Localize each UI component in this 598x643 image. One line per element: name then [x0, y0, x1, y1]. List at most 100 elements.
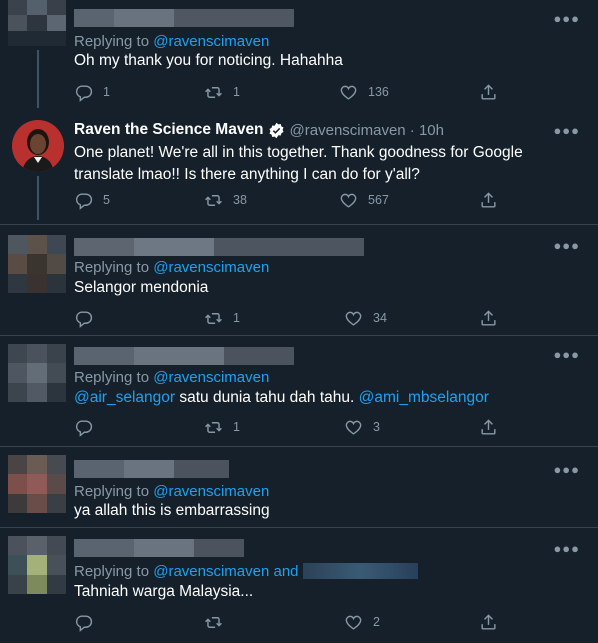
replying-handle-link[interactable]: @ravenscimaven and	[153, 563, 298, 580]
tweet-text: @air_selangor satu dunia tahu dah tahu. …	[74, 387, 574, 409]
reply-button[interactable]: 1	[74, 82, 110, 102]
author-redacted[interactable]	[74, 346, 294, 366]
avatar[interactable]	[8, 0, 66, 46]
avatar-photo	[12, 120, 64, 172]
retweet-count: 38	[233, 193, 247, 207]
reply-icon	[75, 310, 93, 328]
replying-label: Replying to	[74, 369, 150, 386]
share-icon	[481, 613, 496, 630]
retweet-icon	[205, 86, 222, 98]
avatar[interactable]	[8, 235, 66, 293]
share-button[interactable]	[479, 417, 508, 437]
tweet-text: Oh my thank you for noticing. Hahahha	[74, 52, 343, 69]
reply-button[interactable]	[74, 308, 103, 328]
tweet-6[interactable]: ●●● Replying to @ravenscimaven and Tahni…	[0, 528, 598, 643]
author-redacted[interactable]	[74, 538, 244, 558]
reply-icon	[75, 84, 93, 102]
replying-label: Replying to	[74, 33, 150, 50]
avatar[interactable]	[12, 120, 64, 172]
like-icon	[340, 85, 357, 100]
replying-handle-link[interactable]: @ravenscimaven	[153, 33, 269, 50]
retweet-icon	[205, 194, 222, 206]
more-icon[interactable]: ●●●	[553, 12, 580, 25]
replying-handle-link[interactable]: @ravenscimaven	[153, 483, 269, 500]
author-name[interactable]: Raven the Science Maven	[74, 121, 264, 139]
like-icon	[345, 311, 362, 326]
tweet-actions: 1 3	[74, 417, 504, 437]
thread-line	[37, 50, 39, 108]
tweet-actions: 1 34	[74, 308, 504, 328]
author-redacted[interactable]	[74, 8, 294, 28]
like-button[interactable]: 34	[344, 308, 387, 328]
share-button[interactable]	[479, 612, 508, 632]
retweet-button[interactable]: 1	[204, 417, 240, 437]
more-icon[interactable]: ●●●	[553, 348, 580, 361]
like-count: 136	[368, 85, 389, 99]
replying-label: Replying to	[74, 483, 150, 500]
mention-link[interactable]: @air_selangor	[74, 389, 175, 406]
reply-icon	[75, 614, 93, 632]
tweet-actions: 1 1 136	[74, 82, 504, 102]
tweet-1[interactable]: ●●● Replying to @ravenscimaven Oh my tha…	[0, 0, 598, 112]
tweet-text: One planet! We're all in this together. …	[74, 144, 523, 183]
avatar[interactable]	[8, 536, 66, 594]
tweet-3[interactable]: ●●● Replying to @ravenscimaven Selangor …	[0, 225, 598, 335]
handle-time[interactable]: @ravenscimaven · 10h	[290, 122, 444, 139]
share-button[interactable]	[479, 308, 508, 328]
retweet-icon	[205, 312, 222, 324]
retweet-icon	[205, 421, 222, 433]
replying-to: Replying to @ravenscimaven	[74, 33, 269, 50]
like-icon	[345, 420, 362, 435]
more-icon[interactable]: ●●●	[553, 124, 580, 137]
like-count: 567	[368, 193, 389, 207]
tweet-text-middle: satu dunia tahu dah tahu.	[175, 389, 359, 406]
reply-button[interactable]	[74, 612, 103, 632]
reply-count: 1	[103, 85, 110, 99]
retweet-count: 1	[233, 311, 240, 325]
replying-handle-link[interactable]: @ravenscimaven	[153, 259, 269, 276]
author-redacted[interactable]	[74, 459, 229, 479]
share-icon	[481, 418, 496, 435]
retweet-button[interactable]: 38	[204, 190, 247, 210]
like-count: 34	[373, 311, 387, 325]
reply-button[interactable]	[74, 417, 103, 437]
tweet-actions: 5 38 567	[74, 190, 504, 210]
more-icon[interactable]: ●●●	[553, 542, 580, 555]
more-icon[interactable]: ●●●	[553, 239, 580, 252]
like-button[interactable]: 2	[344, 612, 380, 632]
verified-badge-icon	[269, 122, 284, 138]
share-icon	[481, 309, 496, 326]
replying-to: Replying to @ravenscimaven and	[74, 563, 418, 580]
retweet-button[interactable]: 1	[204, 308, 240, 328]
retweet-button[interactable]	[204, 612, 233, 632]
retweet-count: 1	[233, 85, 240, 99]
share-icon	[481, 191, 496, 208]
retweet-button[interactable]: 1	[204, 82, 240, 102]
tweet-5[interactable]: ●●● Replying to @ravenscimaven ya allah …	[0, 447, 598, 527]
share-button[interactable]	[479, 82, 508, 102]
like-button[interactable]: 3	[344, 417, 380, 437]
mention-link[interactable]: @ami_mbselangor	[359, 389, 489, 406]
replying-handle-link[interactable]: @ravenscimaven	[153, 369, 269, 386]
more-icon[interactable]: ●●●	[553, 463, 580, 476]
author-redacted[interactable]	[74, 237, 364, 257]
like-button[interactable]: 567	[339, 190, 389, 210]
tweet-text: Selangor mendonia	[74, 279, 209, 296]
redacted-handle	[302, 563, 418, 579]
tweet-text: Tahniah warga Malaysia...	[74, 583, 254, 600]
replying-label: Replying to	[74, 563, 150, 580]
like-button[interactable]: 136	[339, 82, 389, 102]
avatar[interactable]	[8, 455, 66, 513]
like-count: 2	[373, 615, 380, 629]
like-count: 3	[373, 420, 380, 434]
tweet-4[interactable]: ●●● Replying to @ravenscimaven @air_sela…	[0, 336, 598, 446]
like-icon	[340, 193, 357, 208]
share-button[interactable]	[479, 190, 508, 210]
retweet-count: 1	[233, 420, 240, 434]
tweet-2[interactable]: Raven the Science Maven @ravenscimaven ·…	[0, 112, 598, 224]
author[interactable]: Raven the Science Maven @ravenscimaven ·…	[74, 120, 444, 140]
tweet-text: ya allah this is embarrassing	[74, 502, 270, 519]
thread-line	[37, 176, 39, 220]
reply-button[interactable]: 5	[74, 190, 110, 210]
avatar[interactable]	[8, 344, 66, 402]
